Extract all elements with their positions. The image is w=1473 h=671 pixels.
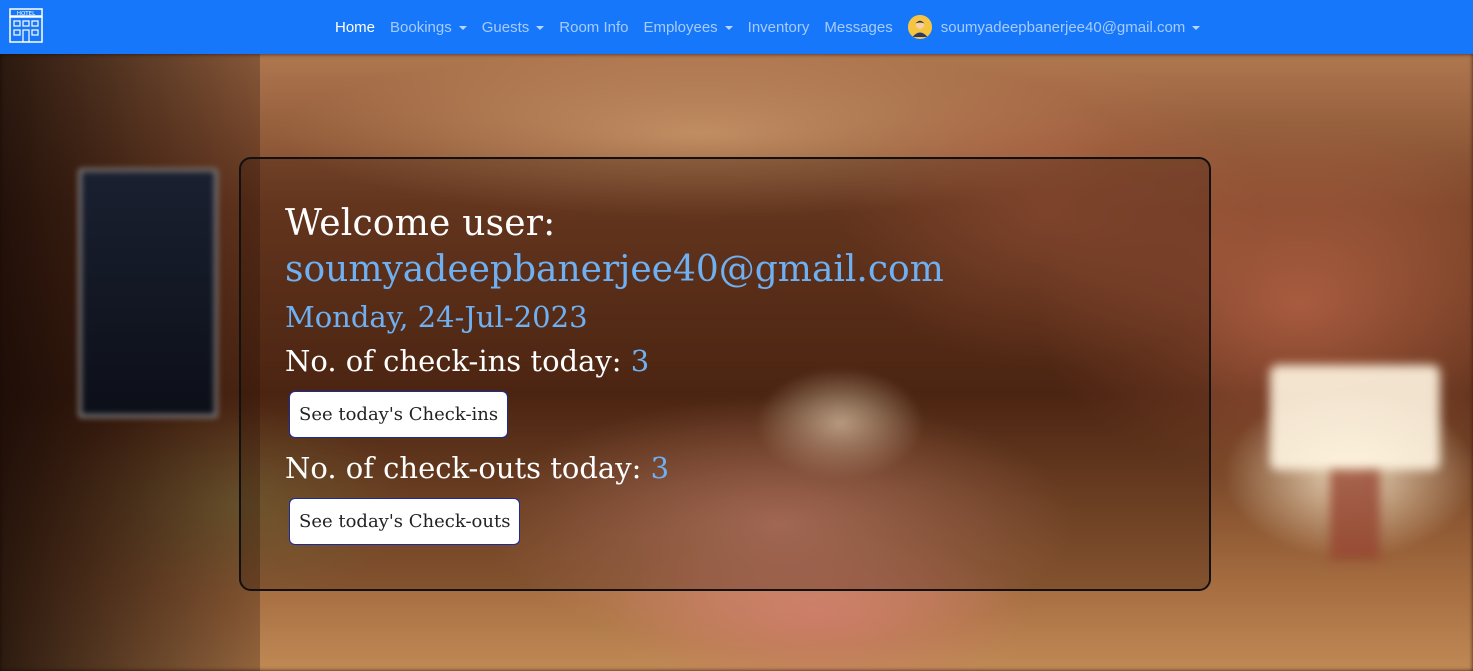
top-navbar: HOTEL Home Bookings Guests Room Info Emp… <box>0 0 1473 54</box>
background-lamp-base <box>1330 470 1380 560</box>
dashboard-card: Welcome user: soumyadeepbanerjee40@gmail… <box>239 157 1211 591</box>
nav-room-info-label: Room Info <box>559 18 629 36</box>
see-checkouts-button[interactable]: See today's Check-outs <box>289 498 521 545</box>
nav-inventory-label: Inventory <box>747 18 810 36</box>
hotel-logo-text: HOTEL <box>17 11 36 17</box>
nav-user-dropdown[interactable]: soumyadeepbanerjee40@gmail.com <box>907 15 1201 39</box>
nav-guests-dropdown[interactable]: Guests <box>482 19 545 36</box>
checkins-label: No. of check-ins today: <box>285 344 631 378</box>
welcome-heading: Welcome user: <box>285 203 556 244</box>
checkins-stat: No. of check-ins today: 3 <box>285 339 1165 383</box>
nav-menu: Home Bookings Guests Room Info Employees… <box>335 0 1215 54</box>
caret-down-icon <box>458 25 467 30</box>
dashboard-content: Welcome user: soumyadeepbanerjee40@gmail… <box>285 201 1165 553</box>
nav-bookings-label: Bookings <box>390 18 452 36</box>
nav-home[interactable]: Home <box>335 19 375 36</box>
nav-home-label: Home <box>335 18 376 36</box>
nav-employees-dropdown[interactable]: Employees <box>643 18 733 36</box>
caret-down-icon <box>536 25 545 30</box>
nav-messages[interactable]: Messages <box>824 19 892 36</box>
nav-inventory[interactable]: Inventory <box>748 19 810 36</box>
checkouts-label: No. of check-outs today: <box>285 451 651 485</box>
nav-user-email: soumyadeepbanerjee40@gmail.com <box>940 18 1186 36</box>
checkins-count: 3 <box>630 344 650 378</box>
see-checkins-button[interactable]: See today's Check-ins <box>289 391 509 438</box>
nav-employees-label: Employees <box>643 18 718 36</box>
nav-room-info[interactable]: Room Info <box>559 19 628 36</box>
background-lamp <box>1270 365 1440 470</box>
avatar-icon <box>907 15 932 39</box>
current-date: Monday, 24-Jul-2023 <box>285 300 588 334</box>
nav-bookings-dropdown[interactable]: Bookings <box>390 19 467 36</box>
welcome-user-email: soumyadeepbanerjee40@gmail.com <box>285 249 944 290</box>
hotel-logo-icon[interactable]: HOTEL <box>8 8 44 44</box>
checkouts-stat: No. of check-outs today: 3 <box>285 446 1165 490</box>
nav-guests-label: Guests <box>481 18 530 36</box>
caret-down-icon <box>1192 25 1201 30</box>
background-tv <box>78 168 218 418</box>
nav-messages-label: Messages <box>824 18 893 36</box>
checkouts-count: 3 <box>650 451 670 485</box>
caret-down-icon <box>724 25 733 30</box>
